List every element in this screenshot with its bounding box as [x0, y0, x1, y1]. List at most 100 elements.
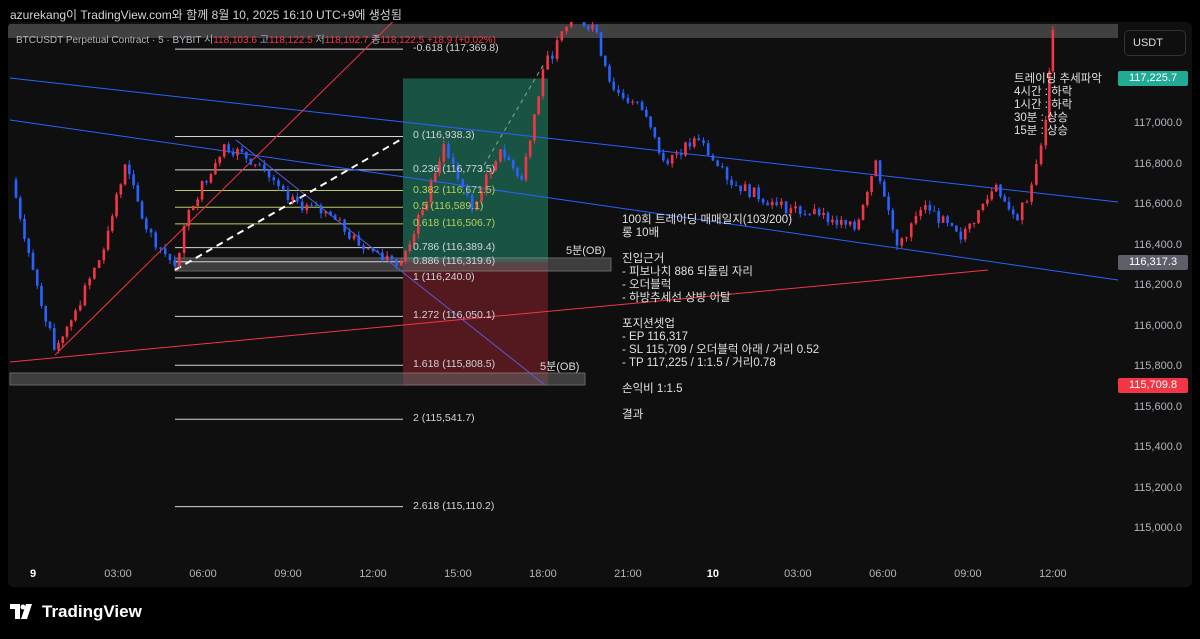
- candle: [649, 116, 652, 128]
- time-tick: 10: [706, 568, 720, 580]
- candle: [653, 127, 657, 138]
- candle: [371, 248, 375, 252]
- candle: [227, 144, 230, 152]
- candle: [789, 208, 793, 214]
- candle: [900, 238, 904, 246]
- candle: [798, 206, 802, 214]
- open-value: 118,103.6: [213, 35, 257, 46]
- time-tick: 12:00: [1039, 568, 1067, 580]
- candle: [743, 184, 747, 192]
- candle: [315, 204, 318, 206]
- candle: [919, 209, 922, 216]
- candle: [541, 69, 545, 97]
- price-tick: 116,400.0: [1133, 238, 1182, 251]
- candle: [249, 158, 253, 165]
- candle: [106, 230, 110, 250]
- candle: [163, 248, 167, 255]
- candle: [168, 254, 172, 261]
- candle: [528, 140, 532, 157]
- candle: [770, 201, 774, 206]
- candle: [31, 252, 35, 270]
- candle: [761, 199, 765, 203]
- candle: [18, 197, 22, 219]
- time-tick: 06:00: [189, 568, 217, 580]
- candle: [1016, 214, 1019, 221]
- candle: [1007, 201, 1011, 210]
- candle: [595, 24, 599, 33]
- candle: [191, 205, 195, 211]
- candle: [395, 259, 398, 266]
- candle: [853, 221, 856, 230]
- candle: [775, 201, 778, 205]
- candle: [524, 156, 528, 180]
- candle: [990, 191, 994, 200]
- candle: [200, 181, 204, 200]
- candle: [97, 260, 101, 268]
- candle: [399, 261, 403, 266]
- candle: [844, 219, 848, 225]
- time-tick: 9: [29, 568, 37, 580]
- candle: [40, 285, 43, 306]
- journal-note: 100회 트레이딩 매매일지(103/200) 롱 10배 진입근거 - 피보나…: [622, 214, 820, 421]
- candle: [757, 187, 760, 200]
- candle: [14, 179, 18, 198]
- candle: [826, 212, 830, 223]
- candle: [950, 223, 954, 226]
- order-block-lower: [9, 372, 586, 386]
- currency-button[interactable]: USDT: [1124, 30, 1186, 56]
- trendline-lower: [9, 119, 1119, 281]
- candle: [324, 211, 328, 214]
- candle: [697, 138, 701, 141]
- candle: [591, 24, 594, 30]
- candle: [187, 210, 191, 227]
- candle: [533, 113, 536, 141]
- candle: [205, 181, 208, 183]
- symbol-name: BTCUSDT Perpetual Contract · 5 · BYBIT: [16, 35, 202, 46]
- candle: [730, 179, 733, 186]
- candle: [645, 109, 648, 117]
- candle: [385, 255, 389, 260]
- candle: [132, 174, 135, 186]
- time-tick: 21:00: [614, 568, 642, 580]
- candle: [883, 181, 886, 197]
- chart-pane[interactable]: BTCUSDT Perpetual Contract · 5 · BYBIT 시…: [8, 22, 1192, 587]
- candle: [766, 202, 769, 206]
- candle: [679, 153, 683, 156]
- candle: [963, 228, 967, 240]
- candle: [999, 184, 1002, 197]
- candle: [366, 248, 370, 250]
- fib-level-label: 0.5 (116,589.1): [413, 200, 484, 213]
- candle: [734, 185, 738, 187]
- candle: [305, 204, 309, 211]
- candle: [333, 215, 337, 220]
- candle: [914, 215, 918, 224]
- candle: [675, 153, 678, 155]
- low-label: 저: [315, 35, 325, 46]
- candle: [173, 260, 176, 266]
- candle: [870, 176, 873, 193]
- candle: [657, 137, 661, 153]
- candle: [362, 245, 365, 250]
- candle: [52, 328, 56, 350]
- candle: [739, 185, 742, 192]
- candle: [670, 154, 674, 164]
- candle: [343, 219, 346, 232]
- candle: [937, 211, 940, 223]
- candle: [499, 149, 502, 162]
- candle: [272, 177, 276, 181]
- candle: [231, 151, 235, 156]
- ob-label-upper: 5분(OB): [566, 245, 606, 257]
- fib-level-label: 0 (116,938.3): [413, 129, 475, 142]
- candle: [338, 219, 342, 221]
- candle: [986, 199, 989, 204]
- candle: [516, 167, 519, 176]
- tradingview-logo: TradingView: [10, 602, 142, 622]
- candle: [520, 175, 523, 180]
- low-value: 118,102.7: [324, 35, 369, 46]
- candle: [866, 192, 869, 205]
- candle: [565, 26, 568, 32]
- candle: [721, 166, 724, 168]
- candle: [27, 238, 31, 253]
- candle: [65, 326, 69, 337]
- price-tick: 116,800.0: [1133, 157, 1182, 170]
